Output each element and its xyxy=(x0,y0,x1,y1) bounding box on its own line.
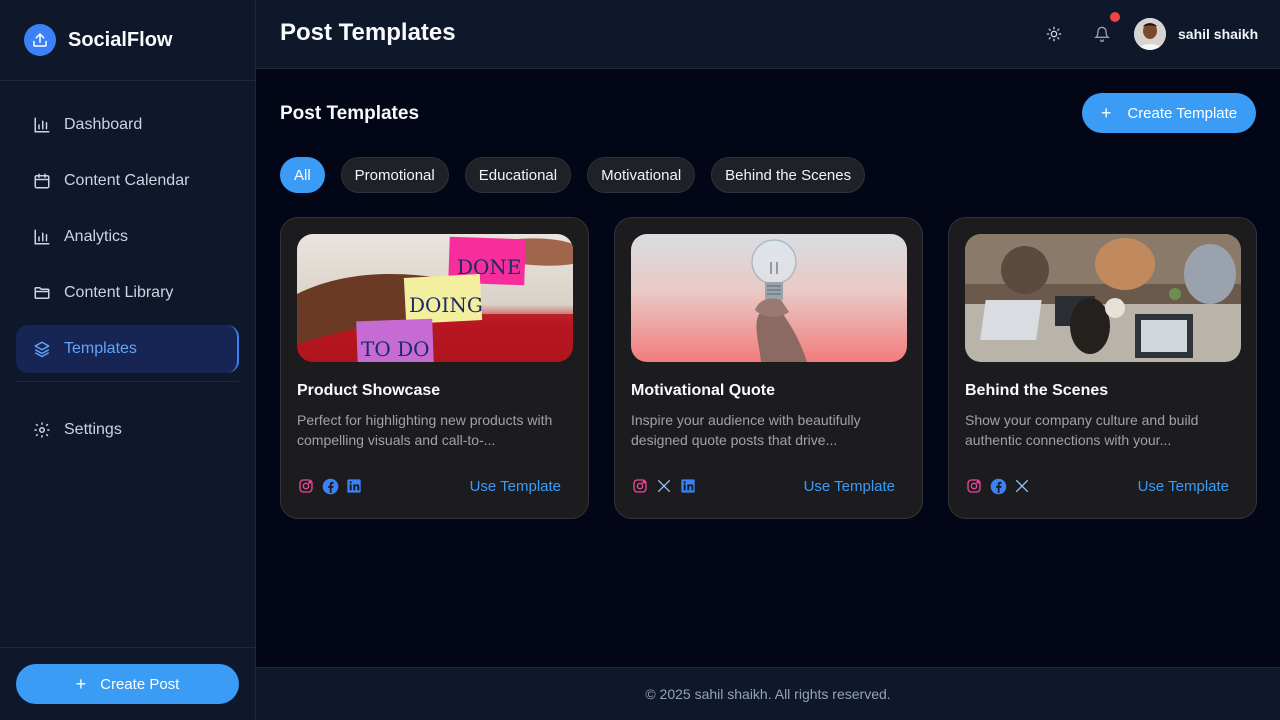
top-header: Post Templates sahil shaikh xyxy=(256,0,1280,69)
sidebar-item-label: Content Library xyxy=(64,284,174,301)
template-card[interactable]: Motivational Quote Inspire your audience… xyxy=(614,217,923,519)
filter-chip-all[interactable]: All xyxy=(280,157,325,193)
card-image-team-working xyxy=(965,234,1241,362)
x-icon xyxy=(1013,477,1031,495)
sidebar-item-label: Analytics xyxy=(64,228,129,245)
facebook-icon xyxy=(321,477,339,495)
template-cards: DONE DOING TO DO Product Showcase Perfec… xyxy=(280,217,1257,519)
card-image-sticky-notes: DONE DOING TO DO xyxy=(297,234,573,362)
create-post-label: Create Post xyxy=(100,675,180,693)
avatar[interactable] xyxy=(1134,18,1166,50)
card-description: Perfect for highlighting new products wi… xyxy=(297,412,553,448)
card-footer: Use Template xyxy=(631,476,895,496)
calendar-icon xyxy=(32,171,52,191)
sidebar-item-label: Templates xyxy=(64,340,137,357)
user-name[interactable]: sahil shaikh xyxy=(1178,26,1258,42)
card-description: Inspire your audience with beautifully d… xyxy=(631,412,861,448)
instagram-icon xyxy=(297,477,315,495)
use-template-button[interactable]: Use Template xyxy=(804,478,895,495)
sidebar-nav: Dashboard Content Calendar Analytics Con… xyxy=(16,101,239,462)
note-doing-text: DOING xyxy=(409,293,483,317)
nav-divider xyxy=(16,381,239,382)
template-card[interactable]: DONE DOING TO DO Product Showcase Perfec… xyxy=(280,217,589,519)
instagram-icon xyxy=(631,477,649,495)
note-todo-text: TO DO xyxy=(361,337,430,361)
filter-chip-promotional[interactable]: Promotional xyxy=(340,157,449,193)
create-template-label: Create Template xyxy=(1127,104,1238,122)
bar-chart-icon xyxy=(32,227,52,247)
sidebar-footer: + Create Post xyxy=(0,647,255,720)
sidebar-item-analytics[interactable]: Analytics xyxy=(16,213,239,261)
copyright-text: © 2025 sahil shaikh. All rights reserved… xyxy=(645,686,891,702)
brand-name: SocialFlow xyxy=(68,28,173,51)
use-template-button[interactable]: Use Template xyxy=(470,478,561,495)
card-title: Product Showcase xyxy=(297,382,441,399)
sidebar-item-label: Dashboard xyxy=(64,116,143,133)
plus-icon: + xyxy=(75,673,87,694)
filter-chip-educational[interactable]: Educational xyxy=(464,157,572,193)
brand[interactable]: SocialFlow xyxy=(0,0,255,81)
card-image-lightbulb xyxy=(631,234,907,362)
filter-chip-behind-the-scenes[interactable]: Behind the Scenes xyxy=(711,157,866,193)
page-footer: © 2025 sahil shaikh. All rights reserved… xyxy=(256,667,1280,720)
main-content: Post Templates + Create Template All Pro… xyxy=(256,69,1280,667)
facebook-icon xyxy=(989,477,1007,495)
folder-icon xyxy=(32,283,52,303)
upload-icon xyxy=(24,24,56,56)
sidebar-item-settings[interactable]: Settings xyxy=(16,406,239,454)
layers-icon xyxy=(32,339,52,359)
sidebar-item-templates[interactable]: Templates xyxy=(16,325,239,373)
card-footer: Use Template xyxy=(297,476,561,496)
linkedin-icon xyxy=(679,477,697,495)
page-title: Post Templates xyxy=(280,19,456,46)
create-post-button[interactable]: + Create Post xyxy=(16,664,239,704)
use-template-button[interactable]: Use Template xyxy=(1138,478,1229,495)
create-template-button[interactable]: + Create Template xyxy=(1082,93,1256,133)
sidebar-item-content-calendar[interactable]: Content Calendar xyxy=(16,157,239,205)
linkedin-icon xyxy=(345,477,363,495)
theme-toggle-sun-icon[interactable] xyxy=(1042,22,1066,46)
bell-icon[interactable] xyxy=(1090,12,1120,46)
card-title: Behind the Scenes xyxy=(965,382,1109,399)
filter-chip-motivational[interactable]: Motivational xyxy=(587,157,696,193)
x-icon xyxy=(655,477,673,495)
filter-chips: All Promotional Educational Motivational… xyxy=(280,157,881,193)
card-footer: Use Template xyxy=(965,476,1229,496)
notification-badge xyxy=(1110,12,1120,22)
gear-icon xyxy=(32,420,52,440)
plus-icon: + xyxy=(1100,102,1112,123)
bar-chart-icon xyxy=(32,115,52,135)
card-description: Show your company culture and build auth… xyxy=(965,412,1199,448)
instagram-icon xyxy=(965,477,983,495)
template-card[interactable]: Behind the Scenes Show your company cult… xyxy=(948,217,1257,519)
sidebar-item-content-library[interactable]: Content Library xyxy=(16,269,239,317)
section-title: Post Templates xyxy=(280,103,420,124)
card-title: Motivational Quote xyxy=(631,382,775,399)
sidebar-item-label: Content Calendar xyxy=(64,172,190,189)
sidebar-item-label: Settings xyxy=(64,421,122,438)
sidebar-item-dashboard[interactable]: Dashboard xyxy=(16,101,239,149)
sidebar: SocialFlow Dashboard Content Calendar An… xyxy=(0,0,256,720)
